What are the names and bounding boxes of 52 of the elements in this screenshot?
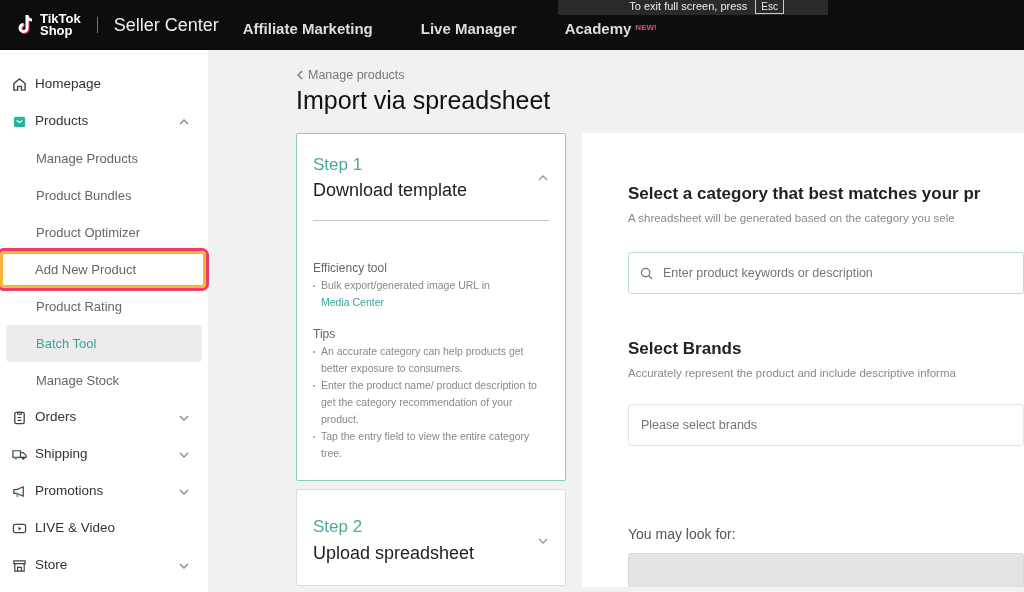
sidebar-item[interactable]: Store (0, 547, 208, 584)
step-number: Step 2 (313, 516, 364, 539)
sidebar-item[interactable]: Orders (0, 399, 208, 436)
store-icon (12, 558, 27, 573)
section-description: Accurately represent the product and include descriptive informa (628, 366, 957, 381)
sidebar-subitem[interactable]: Product Optimizer (6, 214, 202, 251)
key-label: Esc (755, 0, 784, 14)
logo-text: Shop (40, 25, 74, 37)
section-title: Select a category that best matches your pr (628, 182, 982, 205)
step-title: Upload spreadsheet (313, 541, 476, 565)
app-title: Seller Center (113, 13, 219, 37)
notice-text: To exit full screen, press (629, 0, 748, 13)
sidebar-item[interactable]: Products (0, 103, 208, 140)
sidebar-item[interactable]: Shipping (0, 436, 208, 473)
nav-link[interactable]: Affiliate Marketing (242, 17, 373, 41)
step-number: Step 1 (313, 153, 364, 176)
sidebar-item[interactable]: LIVE & Video (0, 510, 208, 547)
sidebar-subitem[interactable]: Manage Stock (6, 362, 202, 399)
clipboard-icon (12, 410, 27, 425)
megaphone-icon (12, 484, 27, 499)
back-icon[interactable] (296, 70, 304, 81)
step-card[interactable] (296, 132, 566, 482)
truck-icon (12, 447, 27, 462)
sidebar-subitem[interactable]: Product Bundles (6, 177, 202, 214)
new-label: NEW! (635, 21, 657, 34)
search-icon (640, 266, 653, 280)
section-title: Select Brands (628, 337, 743, 360)
breadcrumb-link[interactable]: Manage products (308, 66, 405, 85)
bullet-text: Tap the entry field to view the entire category tree. (321, 429, 531, 462)
suggestions-label: You may look for: (628, 525, 737, 545)
bullet-text: Enter the product name/ product description to get the category recommendation of your product. (321, 378, 538, 428)
brand-select-field[interactable]: Please select brands (628, 404, 1024, 447)
sidebar-subitem[interactable]: Manage Products (6, 140, 202, 177)
bullet-text: An accurate category can help products get better exposure to consumers. (321, 344, 525, 377)
sidebar-item[interactable]: Promotions (0, 473, 208, 510)
bullet-text: Bulk export/generated image URL in Media Center (321, 278, 490, 311)
sidebar-subitem[interactable]: Add New Product (0, 251, 206, 288)
logo-text: TikTok (40, 13, 81, 25)
search-field[interactable]: Enter product keywords or description (628, 251, 1024, 294)
home-icon (12, 77, 27, 92)
video-icon (12, 521, 27, 536)
section-heading: Efficiency tool (313, 260, 388, 278)
sidebar-subitem[interactable]: Product Rating (6, 288, 202, 325)
step-title: Download template (313, 179, 469, 203)
nav-link[interactable]: Live Manager (420, 17, 517, 41)
section-heading: Tips (313, 326, 337, 344)
bag-icon (12, 114, 27, 129)
step-card[interactable]: Step 2 Upload spreadsheet (296, 489, 566, 586)
sidebar-item[interactable]: Homepage (0, 66, 208, 103)
section-description: A shreadsheet will be generated based on the category you sele (628, 211, 956, 227)
page-title: Import via spreadsheet (296, 84, 552, 115)
nav-link[interactable]: Academy (564, 17, 632, 41)
